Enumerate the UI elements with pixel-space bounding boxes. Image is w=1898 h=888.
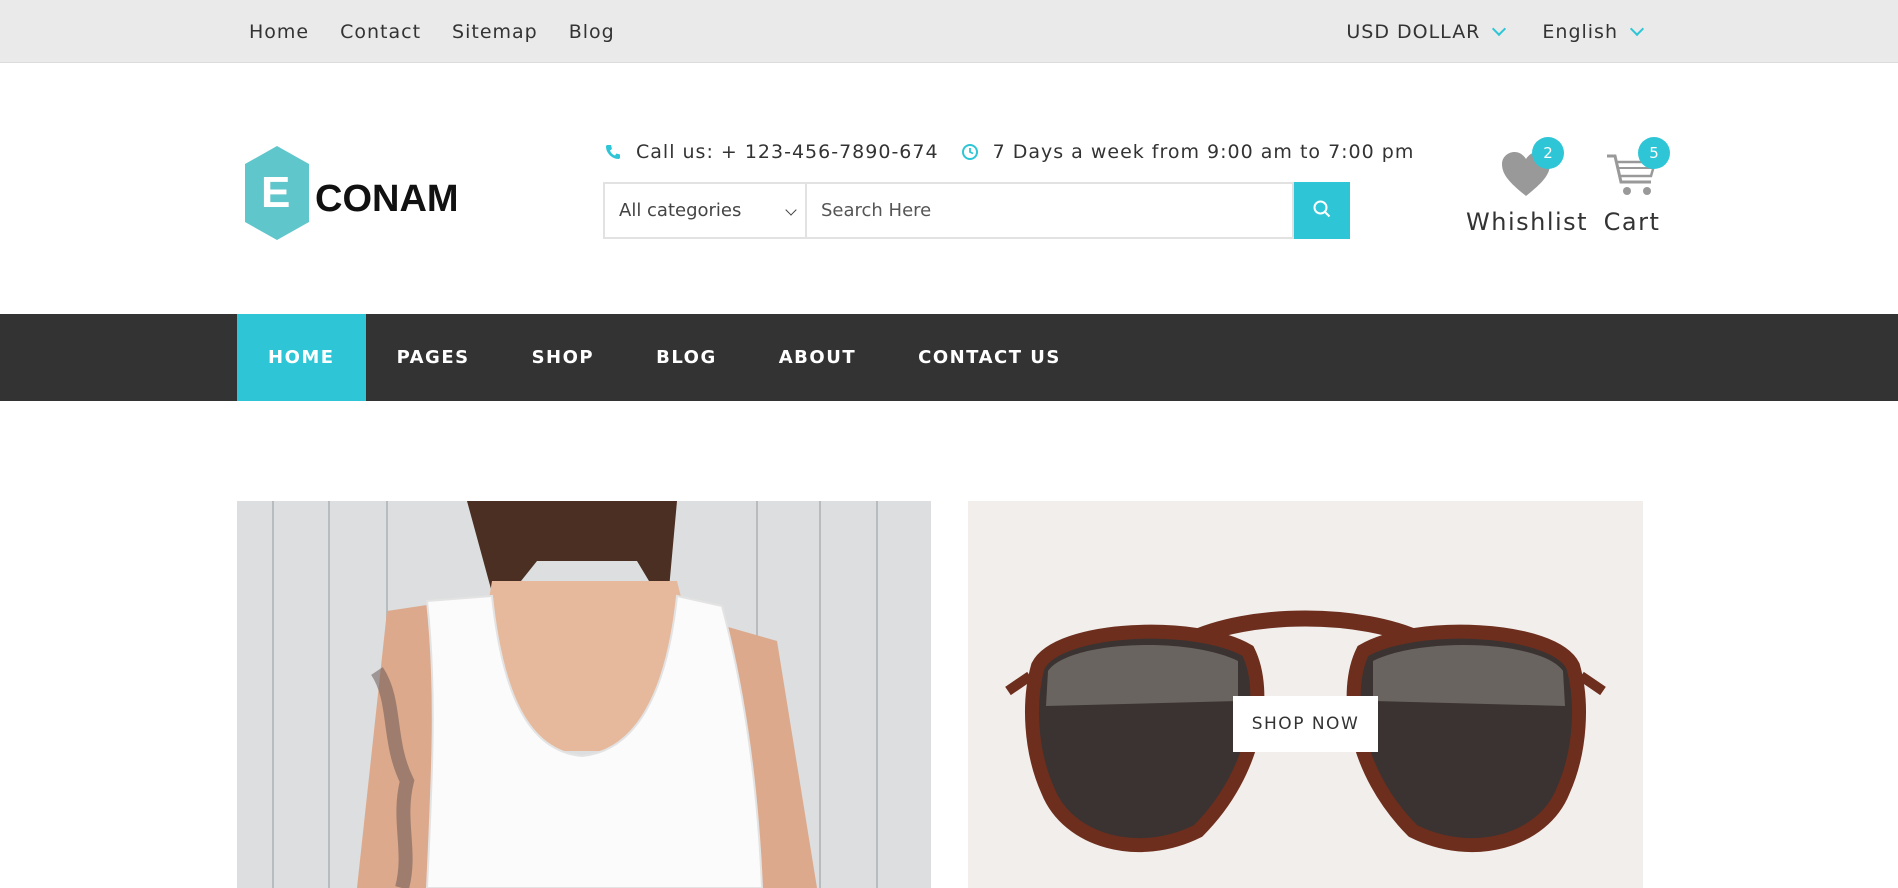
wishlist-label: Whishlist (1466, 208, 1589, 236)
nav-item-contact-us[interactable]: CONTACT US (887, 314, 1092, 401)
main-nav: HOME PAGES SHOP BLOG ABOUT CONTACT US (0, 314, 1898, 401)
nav-item-shop[interactable]: SHOP (501, 314, 626, 401)
chevron-down-icon (1629, 21, 1645, 36)
top-link-contact[interactable]: Contact (340, 21, 421, 43)
top-links: Home Contact Sitemap Blog (249, 0, 615, 63)
hours-text: 7 Days a week from 9:00 am to 7:00 pm (992, 141, 1415, 163)
phone-icon (604, 143, 622, 161)
logo-text: CONAM (315, 178, 458, 220)
chevron-down-icon (785, 204, 797, 216)
top-link-blog[interactable]: Blog (569, 21, 615, 43)
phone-text: Call us: + 123-456-7890-674 (636, 141, 939, 163)
shop-now-button[interactable]: SHOP NOW (1233, 696, 1378, 752)
cart-count-badge: 5 (1638, 137, 1670, 169)
search-input[interactable]: Search Here (807, 182, 1294, 239)
top-link-home[interactable]: Home (249, 21, 309, 43)
category-select-value: All categories (619, 200, 742, 221)
site-logo[interactable]: E CONAM (243, 144, 459, 244)
top-selectors: USD DOLLAR English (1346, 0, 1645, 63)
nav-item-home[interactable]: HOME (237, 314, 366, 401)
heart-icon (1500, 152, 1552, 202)
language-dropdown[interactable]: English (1542, 20, 1645, 43)
top-link-sitemap[interactable]: Sitemap (452, 21, 538, 43)
logo-letter: E (261, 168, 290, 217)
search-button[interactable] (1294, 182, 1350, 239)
nav-item-blog[interactable]: BLOG (625, 314, 748, 401)
cart-label: Cart (1603, 208, 1661, 236)
search-placeholder: Search Here (821, 200, 932, 221)
chevron-down-icon (1492, 21, 1507, 36)
nav-item-about[interactable]: ABOUT (748, 314, 887, 401)
currency-label: USD DOLLAR (1346, 20, 1481, 43)
category-select[interactable]: All categories (603, 182, 807, 239)
clock-icon (961, 143, 979, 161)
language-label: English (1542, 20, 1618, 43)
contact-info: Call us: + 123-456-7890-674 7 Days a wee… (604, 138, 1414, 166)
banner-sunglasses-image[interactable] (968, 501, 1643, 888)
nav-item-pages[interactable]: PAGES (366, 314, 501, 401)
search-icon (1312, 199, 1332, 223)
banner-fashion-image[interactable] (237, 501, 931, 888)
top-bar: Home Contact Sitemap Blog USD DOLLAR Eng… (0, 0, 1898, 63)
wishlist-count-badge: 2 (1532, 137, 1564, 169)
search-bar: All categories Search Here (603, 182, 1350, 239)
wishlist-link[interactable]: Whishlist (1466, 150, 1589, 236)
cart-icon (1605, 154, 1659, 202)
currency-dropdown[interactable]: USD DOLLAR (1346, 20, 1507, 43)
